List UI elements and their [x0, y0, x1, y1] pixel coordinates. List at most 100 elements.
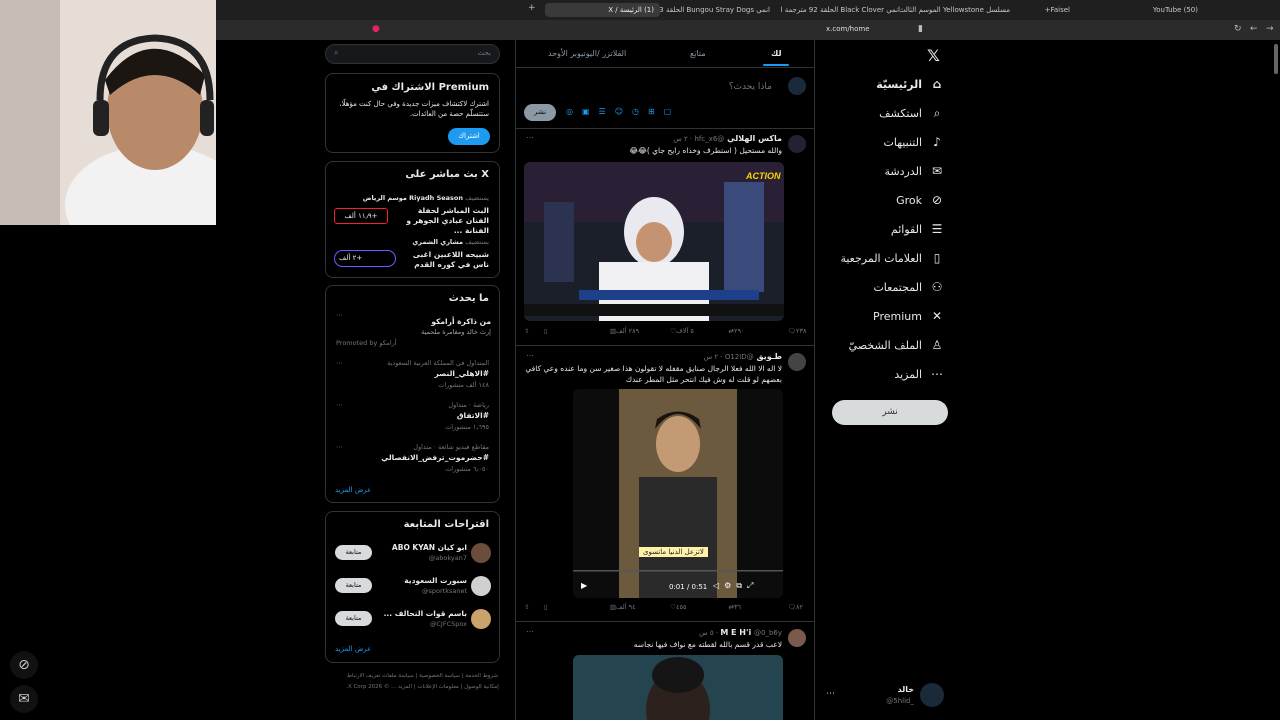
follow-1-avatar[interactable]: [471, 543, 491, 563]
account-menu-icon[interactable]: ⋯: [826, 689, 835, 699]
promo-title[interactable]: من ذاكرة أرامكو: [336, 317, 491, 326]
follow-2-avatar[interactable]: [471, 576, 491, 596]
trends-show-more[interactable]: عرض المزيد: [335, 486, 371, 494]
footer-privacy[interactable]: سياسة الخصوصية: [419, 673, 460, 679]
nav-premium[interactable]: ✕ Premium: [873, 304, 944, 328]
nav-messages[interactable]: ✉ الدردشة: [884, 159, 944, 183]
footer-accessibility[interactable]: إمكانية الوصول: [464, 684, 499, 690]
follow-show-more[interactable]: عرض المزيد: [335, 645, 371, 653]
post-2-share-icon[interactable]: ⇧: [524, 603, 529, 611]
post-2-avatar[interactable]: [788, 353, 806, 371]
x-logo-icon[interactable]: 𝕏: [927, 46, 940, 65]
tab-for-you[interactable]: لك: [771, 49, 781, 58]
nav-profile[interactable]: ♙ الملف الشخصيّ: [849, 333, 944, 357]
messages-float-icon[interactable]: ✉: [10, 685, 38, 713]
trend-2-more-icon[interactable]: ⋯: [336, 401, 343, 409]
trend-2-tag[interactable]: #الاتفاق: [457, 411, 489, 420]
tab-bungou[interactable]: انمي Bungou Stray Dogs الحلقة 3 مت: [660, 3, 770, 17]
compose-toolbar-icons[interactable]: ◎▣☰☺◷⊞▢: [566, 107, 680, 116]
follow-1-button[interactable]: متابعة: [335, 545, 372, 560]
post-1-more-icon[interactable]: ⋯: [526, 133, 534, 142]
post-1-reply-button[interactable]: 🗨 ٢٣٨: [788, 327, 807, 335]
extension-icon[interactable]: ●: [372, 24, 380, 34]
live-title: X بث مباشر على: [405, 169, 489, 180]
trend-1-tag[interactable]: #الاهلي_النصر: [434, 369, 489, 378]
tab-custom-list[interactable]: الفلاتزر /اليوتيوبر الأوحد: [548, 49, 626, 58]
bookmark-icon: ▯: [933, 251, 941, 265]
nav-explore[interactable]: ⌕ استكشف: [879, 101, 944, 125]
nav-home[interactable]: ⌂ الرئيسيّة: [876, 72, 944, 96]
footer-cookies[interactable]: سياسة ملفات تعريف الارتباط: [347, 673, 414, 679]
post-1-share-icon[interactable]: ⇧: [524, 327, 529, 335]
nav-more[interactable]: ⋯ المزيد: [894, 362, 944, 386]
footer-ads-info[interactable]: معلومات الإعلانات: [417, 684, 458, 690]
video-controls-icons[interactable]: ◁⚙⧉⤢: [713, 581, 758, 591]
compose-input[interactable]: ماذا يحدث؟: [526, 82, 772, 92]
follow-3-button[interactable]: متابعة: [335, 611, 372, 626]
post-3-avatar[interactable]: [788, 629, 806, 647]
live-item-1-host: يستضيف Riyadh Season موسم الرياض: [363, 194, 489, 202]
nav-grok[interactable]: ⊘ Grok: [896, 188, 944, 212]
post-2-author[interactable]: ﻃـﻮﻳﻖ @O12ID · ٢ س: [704, 352, 782, 361]
search-box[interactable]: بحث ⌕: [325, 44, 500, 64]
follow-2-name[interactable]: سبورت السعودية: [404, 576, 467, 585]
user-avatar[interactable]: [920, 683, 944, 707]
tab-youtube[interactable]: (50) YouTube: [1118, 3, 1198, 17]
post-3-image[interactable]: [573, 655, 783, 720]
follow-3-avatar[interactable]: [471, 609, 491, 629]
post-2-reply-button[interactable]: 🗨 ٨٢: [788, 603, 803, 611]
post-1-bookmark-icon[interactable]: ▯: [544, 327, 548, 335]
post-1[interactable]: ماكس الهلالي @hfc_x6 · ٢ س ⋯ والله مستحي…: [516, 129, 814, 346]
post-1-author[interactable]: ماكس الهلالي @hfc_x6 · ٢ س: [673, 134, 782, 143]
tab-yellowstone[interactable]: مسلسل Yellowstone الموسم الثالث: [900, 3, 1010, 17]
page-scrollbar[interactable]: [1274, 44, 1278, 74]
tab-faisel[interactable]: Faisel+: [1010, 3, 1070, 17]
post-1-image[interactable]: ACTION: [524, 162, 784, 321]
people-icon: ⚇: [931, 280, 943, 294]
footer-more[interactable]: المزيد ...: [391, 684, 412, 690]
tab-black-clover[interactable]: انمي Black Clover الحلقة 92 مترجمة ا: [780, 3, 900, 17]
follow-1-name[interactable]: ابو كيان ABO KYAN: [392, 543, 467, 552]
play-icon[interactable]: ▶: [581, 581, 587, 590]
reload-icon[interactable]: ↻: [1234, 24, 1242, 34]
post-2[interactable]: ﻃـﻮﻳﻖ @O12ID · ٢ س ⋯ لا اله الا الله فعل…: [516, 347, 814, 622]
back-icon[interactable]: ←: [1250, 24, 1258, 34]
follow-2-button[interactable]: متابعة: [335, 578, 372, 593]
post-2-repost-button[interactable]: ⇄ ٣٦: [729, 603, 741, 611]
forward-icon[interactable]: →: [1266, 24, 1274, 34]
footer-terms[interactable]: شروط الخدمة: [465, 673, 498, 679]
nav-communities[interactable]: ⚇ المجتمعات: [873, 275, 944, 299]
trend-3-more-icon[interactable]: ⋯: [336, 443, 343, 451]
post-1-repost-button[interactable]: ⇄ ٢٩٠: [729, 327, 745, 335]
bookmark-star-icon[interactable]: ▮: [918, 24, 923, 34]
nav-bookmarks[interactable]: ▯ العلامات المرجعية: [840, 246, 944, 270]
post-1-views[interactable]: ▥ ٢٨٩ ألف: [610, 327, 639, 335]
new-tab-icon[interactable]: +: [528, 3, 536, 13]
post-3-author[interactable]: M E H'i @0_b6y · ٥ س: [699, 628, 782, 637]
post-2-bookmark-icon[interactable]: ▯: [544, 603, 548, 611]
nav-lists[interactable]: ☰ القوائم: [891, 217, 944, 241]
tab-x-home[interactable]: (1) الرئيسة / X: [545, 3, 660, 17]
live-item-2-title[interactable]: شبيحه اللاعبين اغبى ناس في كوره القدم: [404, 250, 489, 270]
url-field[interactable]: x.com/home: [826, 25, 870, 33]
post-2-video[interactable]: لاتزعل الدنيا ماتسوى ▶ 0:01 / 0:51 ◁⚙⧉⤢: [573, 389, 783, 598]
post-2-like-button[interactable]: ♡ ٤٥٥: [670, 603, 686, 611]
compose-post-button[interactable]: نشر: [524, 104, 556, 121]
post-2-more-icon[interactable]: ⋯: [526, 351, 534, 360]
follow-3-name[interactable]: باسم قوات التحالف ...: [384, 609, 467, 618]
trend-3-tag[interactable]: #حضرموت_ترفض_الانفصالي: [381, 453, 489, 462]
grok-float-icon[interactable]: ⊘: [10, 651, 38, 679]
tab-following[interactable]: متابَع: [690, 49, 706, 58]
post-1-like-button[interactable]: ♡ ٥ آلاف: [670, 327, 694, 335]
promo-more-icon[interactable]: ⋯: [336, 311, 343, 319]
nav-notifications[interactable]: ♪ التنبيهات: [884, 130, 944, 154]
post-3-more-icon[interactable]: ⋯: [526, 627, 534, 636]
post-button[interactable]: نشر: [832, 400, 948, 425]
search-input[interactable]: بحث: [478, 49, 491, 57]
post-2-views[interactable]: ▥ ٩٤ ألف: [610, 603, 636, 611]
post-1-avatar[interactable]: [788, 135, 806, 153]
live-item-1-title[interactable]: البث المباشر لحفلة الفنان عبادي الجوهر و…: [404, 206, 489, 236]
trend-1-more-icon[interactable]: ⋯: [336, 359, 343, 367]
premium-subscribe-button[interactable]: اشتراك: [448, 128, 490, 145]
post-3[interactable]: M E H'i @0_b6y · ٥ س ⋯ لاعب قدر قسم بالل…: [516, 623, 814, 720]
